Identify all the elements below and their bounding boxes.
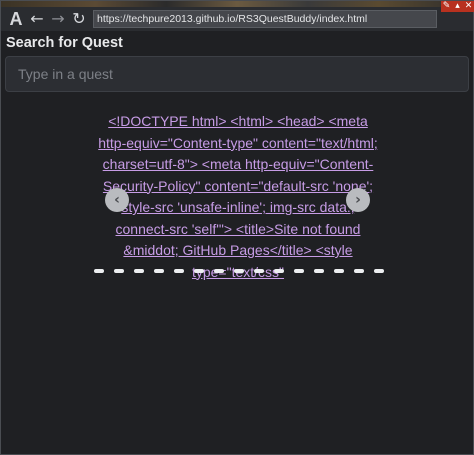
carousel-dot[interactable]: [214, 269, 224, 273]
carousel-slide-link[interactable]: <!DOCTYPE html> <html> <head> <meta http…: [93, 111, 383, 283]
carousel-prev-button[interactable]: ‹: [105, 188, 129, 212]
page-title: Search for Quest: [6, 35, 123, 51]
browser-toolbar: A ← → ↻ https://techpure2013.github.io/R…: [1, 7, 473, 31]
carousel-dot[interactable]: [274, 269, 284, 273]
carousel-dot[interactable]: [194, 269, 204, 273]
carousel-dot[interactable]: [374, 269, 384, 273]
carousel-indicators: [94, 269, 384, 275]
url-bar[interactable]: https://techpure2013.github.io/RS3QuestB…: [93, 10, 437, 28]
carousel-dot[interactable]: [234, 269, 244, 273]
reload-icon[interactable]: ↻: [69, 9, 89, 29]
carousel-dot[interactable]: [334, 269, 344, 273]
forward-arrow-icon[interactable]: →: [48, 9, 68, 29]
minimize-icon[interactable]: ▴: [452, 1, 463, 12]
a-icon[interactable]: A: [6, 9, 26, 29]
carousel-next-button[interactable]: ›: [346, 188, 370, 212]
carousel-dot[interactable]: [114, 269, 124, 273]
back-arrow-icon[interactable]: ←: [27, 9, 47, 29]
quest-search-input[interactable]: [5, 56, 469, 92]
close-icon[interactable]: ✕: [463, 1, 474, 12]
pin-icon[interactable]: ✎: [441, 1, 452, 12]
carousel-dot[interactable]: [314, 269, 324, 273]
carousel-dot[interactable]: [294, 269, 304, 273]
carousel-dot[interactable]: [174, 269, 184, 273]
carousel-dot[interactable]: [254, 269, 264, 273]
carousel-dot[interactable]: [154, 269, 164, 273]
carousel-dot[interactable]: [94, 269, 104, 273]
carousel-dot[interactable]: [134, 269, 144, 273]
app-window: A ← → ↻ https://techpure2013.github.io/R…: [0, 0, 474, 455]
carousel-dot[interactable]: [354, 269, 364, 273]
